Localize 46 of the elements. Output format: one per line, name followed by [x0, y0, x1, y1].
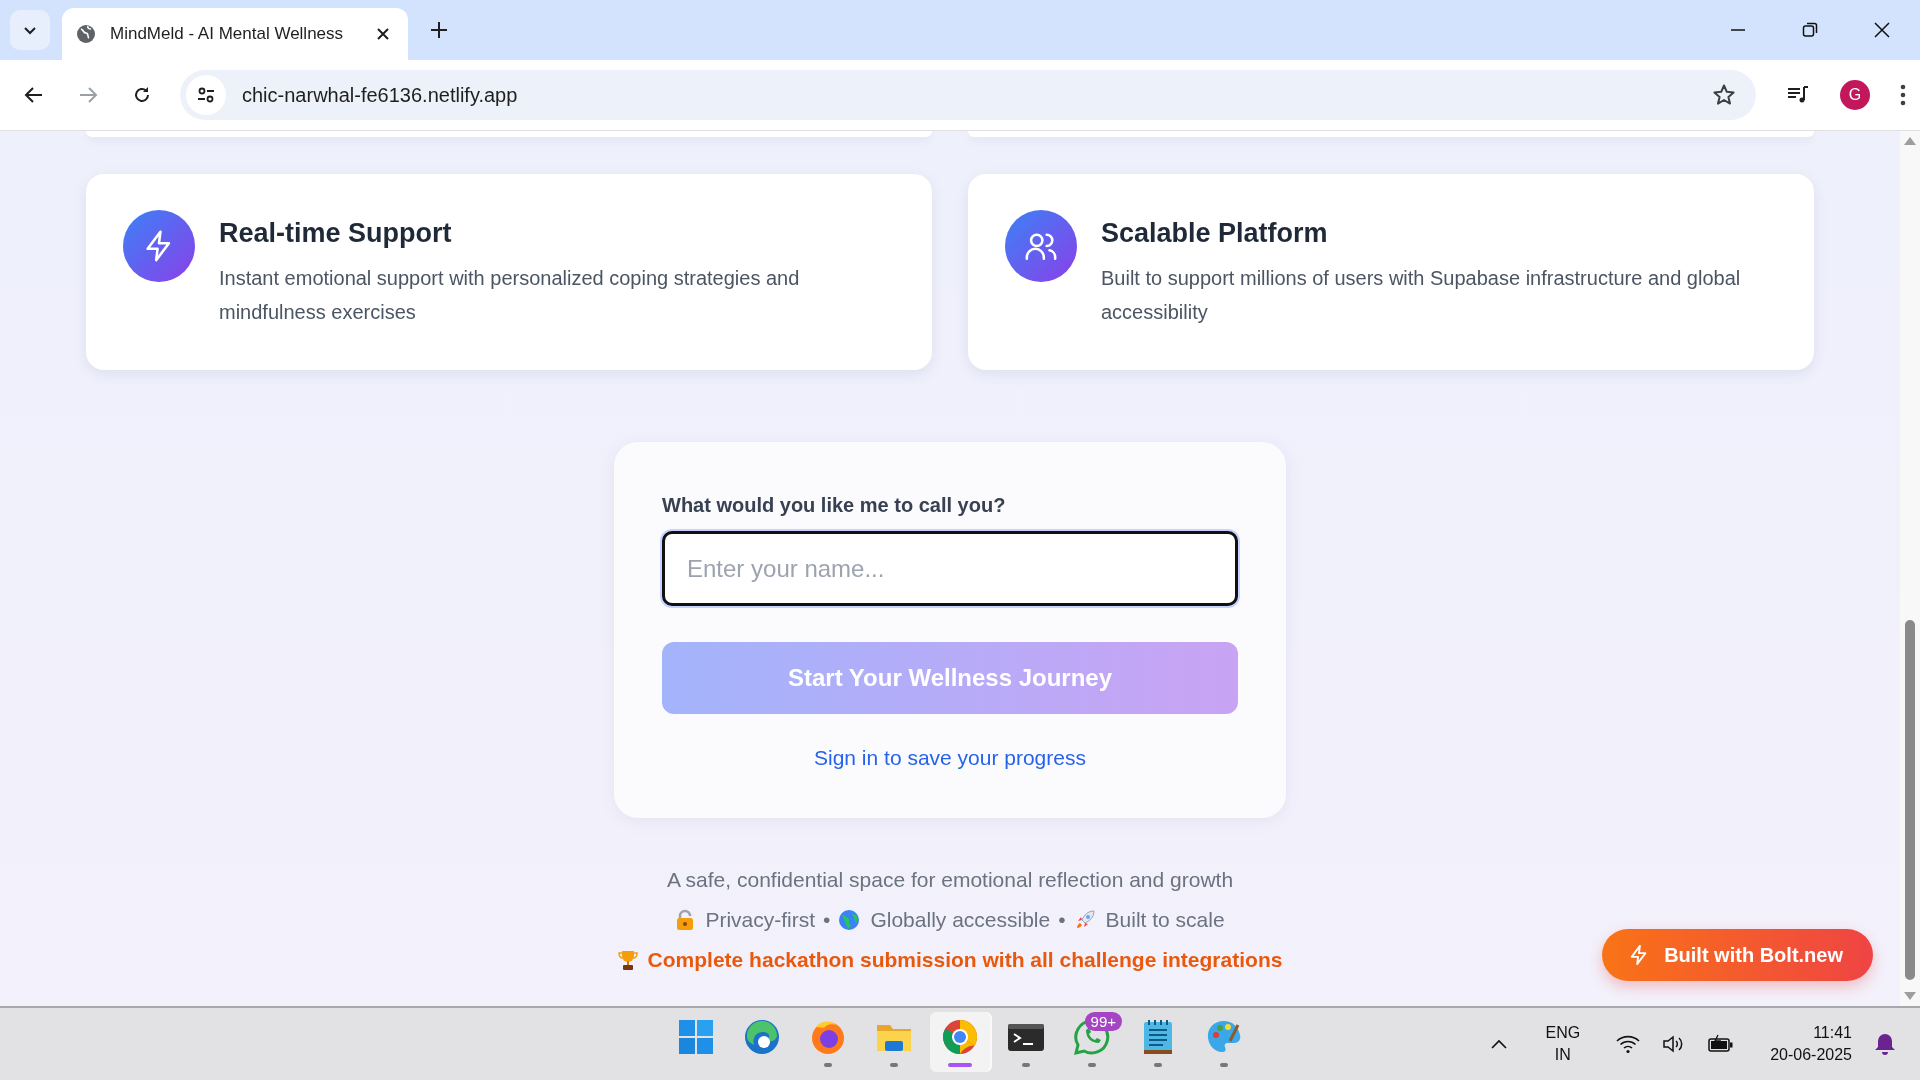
scrollbar[interactable]: [1900, 131, 1920, 1006]
scrollbar-thumb[interactable]: [1905, 620, 1915, 980]
name-input-field[interactable]: Enter your name...: [662, 531, 1238, 606]
reload-icon[interactable]: [132, 85, 152, 105]
separator-dot: •: [1058, 908, 1066, 932]
wifi-icon[interactable]: [1616, 1034, 1641, 1054]
hackathon-note: Complete hackathon submission with all challenge integrations: [647, 948, 1283, 972]
trophy-icon: [617, 949, 638, 971]
wave-logo-icon: [742, 1017, 782, 1057]
feature-title: Scalable Platform: [1101, 218, 1329, 249]
close-icon[interactable]: [376, 27, 390, 41]
bell-icon[interactable]: [1874, 1032, 1896, 1056]
forward-icon[interactable]: [78, 85, 98, 105]
close-icon[interactable]: [1874, 22, 1890, 38]
url-text: chic-narwhal-fe6136.netlify.app: [242, 83, 519, 107]
notification-count: 99+: [1084, 1012, 1122, 1031]
circle-logo-icon: [940, 1017, 980, 1057]
field-label: What would you like me to call you?: [662, 494, 1007, 517]
profile-avatar[interactable]: G: [1840, 80, 1870, 110]
highlight-label: Built to scale: [1105, 908, 1225, 932]
back-icon[interactable]: [24, 85, 44, 105]
sign-in-link[interactable]: Sign in to save your progress: [814, 746, 1086, 770]
taskbar-app[interactable]: 99+: [1062, 1012, 1122, 1072]
site-settings-icon[interactable]: [186, 75, 226, 115]
battery-icon[interactable]: [1708, 1034, 1735, 1054]
address-bar[interactable]: chic-narwhal-fe6136.netlify.app: [180, 70, 1756, 120]
tab-title: MindMeld - AI Mental Wellness: [110, 24, 345, 44]
lock-icon: [675, 909, 696, 931]
feature-title: Real-time Support: [219, 218, 453, 249]
windows-logo-icon: [676, 1017, 716, 1057]
feature-description: Built to support millions of users with Supabase infrastructure and global accessibility: [1101, 266, 1742, 325]
feature-description: Instant emotional support with personalized coping strategies and mindfulness exercises: [219, 266, 801, 325]
clock-time[interactable]: 11:41: [1813, 1022, 1852, 1044]
new-tab-icon[interactable]: [430, 21, 448, 39]
menu-icon[interactable]: [1900, 84, 1906, 106]
highlight-label: Privacy-first: [705, 908, 816, 932]
restore-icon[interactable]: [1802, 22, 1818, 38]
star-icon[interactable]: [1712, 83, 1736, 107]
tagline-text: A safe, confidential space for emotional reflection and growth: [666, 868, 1234, 892]
chevron-up-icon[interactable]: [1491, 1039, 1508, 1049]
language-indicator[interactable]: IN: [1554, 1044, 1571, 1066]
highlight-label: Globally accessible: [870, 908, 1051, 932]
browser-tab[interactable]: MindMeld - AI Mental Wellness: [62, 8, 408, 60]
separator-dot: •: [823, 908, 831, 932]
language-indicator[interactable]: ENG: [1545, 1022, 1581, 1044]
clock-date[interactable]: 20-06-2025: [1770, 1044, 1852, 1066]
